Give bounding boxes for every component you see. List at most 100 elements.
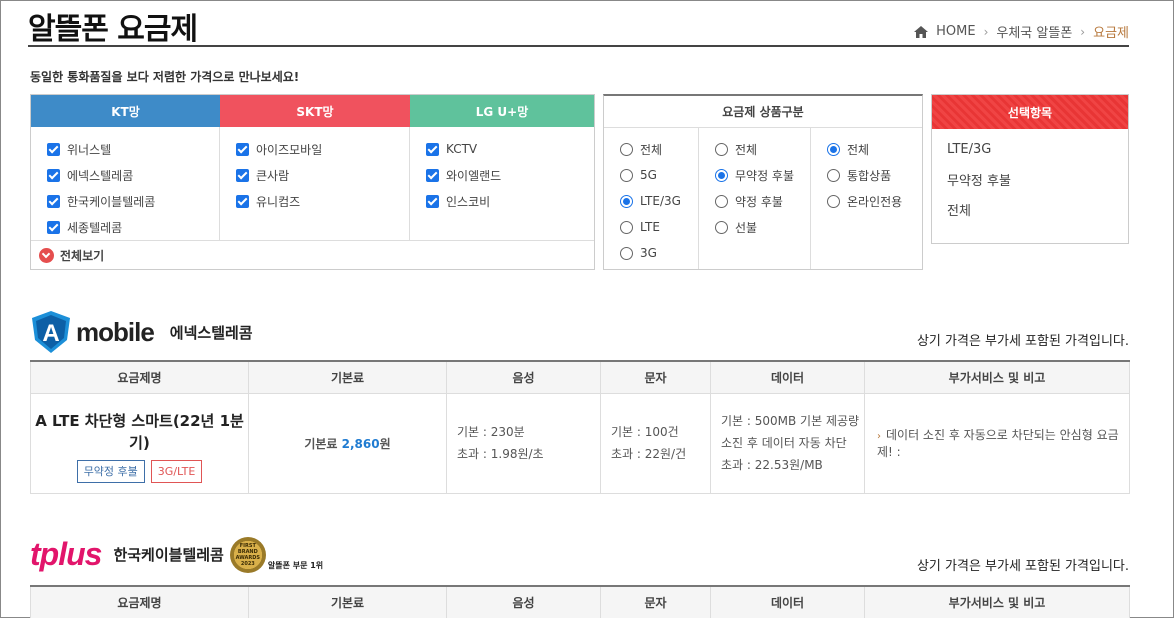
checkbox-checked[interactable] xyxy=(426,142,439,156)
plan-name[interactable]: A LTE 차단형 스마트(22년 1분기) xyxy=(31,404,248,454)
network-tag: 3G/LTE xyxy=(150,459,203,483)
carrier-list-skt: 아이즈모바일 큰사람 유니컴즈 xyxy=(220,127,410,240)
checkbox-checked[interactable] xyxy=(236,142,249,156)
contract-tag: 무약정 후불 xyxy=(76,459,145,483)
sms-cell: 기본 : 100건 초과 : 22원/건 xyxy=(600,392,711,494)
provider-header-tplus: tplus 한국케이블텔레콤 FIRST BRAND AWARDS 2023 알… xyxy=(30,536,323,573)
carrier-header-kt: KT망 xyxy=(31,95,220,127)
radio-label: 전체 xyxy=(640,142,663,157)
carrier-checkbox-item[interactable]: 인스코비 xyxy=(426,188,594,214)
carrier-header-skt: SKT망 xyxy=(220,95,410,127)
carrier-checkbox-item[interactable]: 아이즈모바일 xyxy=(236,136,409,162)
carrier-checkbox-item[interactable]: 에넥스텔레콤 xyxy=(47,162,219,188)
checkbox-checked[interactable] xyxy=(426,194,439,208)
plan-name-cell: A LTE 차단형 스마트(22년 1분기) 무약정 후불 3G/LTE xyxy=(30,392,249,494)
carrier-label: KCTV xyxy=(446,142,478,156)
tplus-logo: tplus xyxy=(30,536,102,572)
chevron-down-circle-icon xyxy=(39,247,54,263)
radio-item[interactable]: 무약정 후불 xyxy=(715,162,810,188)
col-header-plan-name: 요금제명 xyxy=(30,361,249,394)
checkbox-checked[interactable] xyxy=(47,142,60,156)
radio-button[interactable] xyxy=(620,220,633,234)
view-all-button[interactable]: 전체보기 xyxy=(31,241,594,269)
award-badge: FIRST BRAND AWARDS 2023 알뜰폰 부문 1위 xyxy=(229,536,324,573)
carrier-checkbox-item[interactable]: KCTV xyxy=(426,136,594,162)
radio-label: 5G xyxy=(640,168,657,182)
home-icon xyxy=(914,25,929,38)
chevron-right-icon: › xyxy=(983,24,989,39)
radio-item[interactable]: LTE xyxy=(620,214,698,240)
radio-item[interactable]: 통합상품 xyxy=(827,162,922,188)
radio-item[interactable]: 선불 xyxy=(715,214,810,240)
checkbox-checked[interactable] xyxy=(47,168,60,182)
checkbox-checked[interactable] xyxy=(236,194,249,208)
carrier-label: 아이즈모바일 xyxy=(256,142,323,157)
view-all-label: 전체보기 xyxy=(60,248,105,263)
carrier-list-lgu: KCTV 와이엘랜드 인스코비 xyxy=(410,127,594,240)
plan-type-title: 요금제 상품구분 xyxy=(604,96,922,128)
amobile-logo: A mobile xyxy=(30,310,155,354)
col-header-notes: 부가서비스 및 비고 xyxy=(864,361,1130,394)
carrier-label: 인스코비 xyxy=(446,194,491,209)
radio-button[interactable] xyxy=(827,194,840,208)
carrier-checkbox-item[interactable]: 와이엘랜드 xyxy=(426,162,594,188)
radio-button[interactable] xyxy=(715,142,728,156)
carrier-checkbox-item[interactable]: 유니컴즈 xyxy=(236,188,409,214)
checkbox-checked[interactable] xyxy=(236,168,249,182)
selected-item: 무약정 후불 xyxy=(947,173,1011,189)
radio-button[interactable] xyxy=(620,142,633,156)
selected-item: LTE/3G xyxy=(947,141,992,157)
award-text: 알뜰폰 부문 1위 xyxy=(267,560,324,570)
checkbox-checked[interactable] xyxy=(426,168,439,182)
table-row[interactable]: A LTE 차단형 스마트(22년 1분기) 무약정 후불 3G/LTE 기본료… xyxy=(30,392,1130,494)
carrier-checkbox-item[interactable]: 큰사람 xyxy=(236,162,409,188)
plan-note: 데이터 소진 후 자동으로 차단되는 안심형 요금제! : xyxy=(877,428,1119,459)
carrier-label: 와이엘랜드 xyxy=(446,168,502,183)
window-frame xyxy=(0,0,1174,618)
provider-name: 에넥스텔레콤 xyxy=(169,323,253,342)
radio-button-selected[interactable] xyxy=(827,142,840,156)
col-header-data: 데이터 xyxy=(710,586,865,618)
notes-cell: › 데이터 소진 후 자동으로 차단되는 안심형 요금제! : xyxy=(864,392,1130,494)
radio-item[interactable]: 약정 후불 xyxy=(715,188,810,214)
col-header-voice: 음성 xyxy=(446,586,601,618)
radio-button[interactable] xyxy=(827,168,840,182)
carrier-label: 위너스텔 xyxy=(67,142,112,157)
page-title: 알뜰폰 요금제 xyxy=(28,12,198,47)
radio-item[interactable]: 전체 xyxy=(715,136,810,162)
radio-item[interactable]: 5G xyxy=(620,162,698,188)
radio-button[interactable] xyxy=(620,168,633,182)
chevron-right-icon: › xyxy=(877,431,881,442)
col-header-voice: 음성 xyxy=(446,361,601,394)
breadcrumb-post-mobile[interactable]: 우체국 알뜰폰 xyxy=(996,22,1072,41)
checkbox-checked[interactable] xyxy=(47,220,60,234)
vat-note: 상기 가격은 부가세 포함된 가격입니다. xyxy=(916,559,1129,574)
product-type-group: 전체 통합상품 온라인전용 xyxy=(811,128,922,269)
voice-cell: 기본 : 230분 초과 : 1.98원/초 xyxy=(446,392,601,494)
fee-label: 기본료 xyxy=(304,436,342,451)
carrier-checkbox-item[interactable]: 세종텔레콤 xyxy=(47,214,219,240)
carrier-checkbox-item[interactable]: 위너스텔 xyxy=(47,136,219,162)
radio-item[interactable]: LTE/3G xyxy=(620,188,698,214)
plan-table-tplus: 요금제명 기본료 음성 문자 데이터 부가서비스 및 비고 xyxy=(30,585,1130,618)
radio-button[interactable] xyxy=(715,194,728,208)
checkbox-checked[interactable] xyxy=(47,194,60,208)
radio-label: 전체 xyxy=(847,142,870,157)
col-header-notes: 부가서비스 및 비고 xyxy=(864,586,1130,618)
radio-item[interactable]: 3G xyxy=(620,240,698,266)
chevron-right-icon: › xyxy=(1080,24,1086,39)
radio-button-selected[interactable] xyxy=(715,168,728,182)
carrier-checkbox-item[interactable]: 한국케이블텔레콤 xyxy=(47,188,219,214)
radio-button[interactable] xyxy=(620,246,633,260)
radio-item[interactable]: 전체 xyxy=(827,136,922,162)
radio-item[interactable]: 전체 xyxy=(620,136,698,162)
radio-item[interactable]: 온라인전용 xyxy=(827,188,922,214)
breadcrumb-home[interactable]: HOME xyxy=(936,24,975,39)
carrier-label: 큰사람 xyxy=(256,168,290,183)
provider-name: 한국케이블텔레콤 xyxy=(113,546,224,564)
radio-button[interactable] xyxy=(715,220,728,234)
radio-button-selected[interactable] xyxy=(620,194,633,208)
breadcrumb-current[interactable]: 요금제 xyxy=(1093,22,1129,41)
award-medal-icon: FIRST BRAND AWARDS 2023 xyxy=(229,536,266,573)
carrier-label: 유니컴즈 xyxy=(256,194,301,209)
